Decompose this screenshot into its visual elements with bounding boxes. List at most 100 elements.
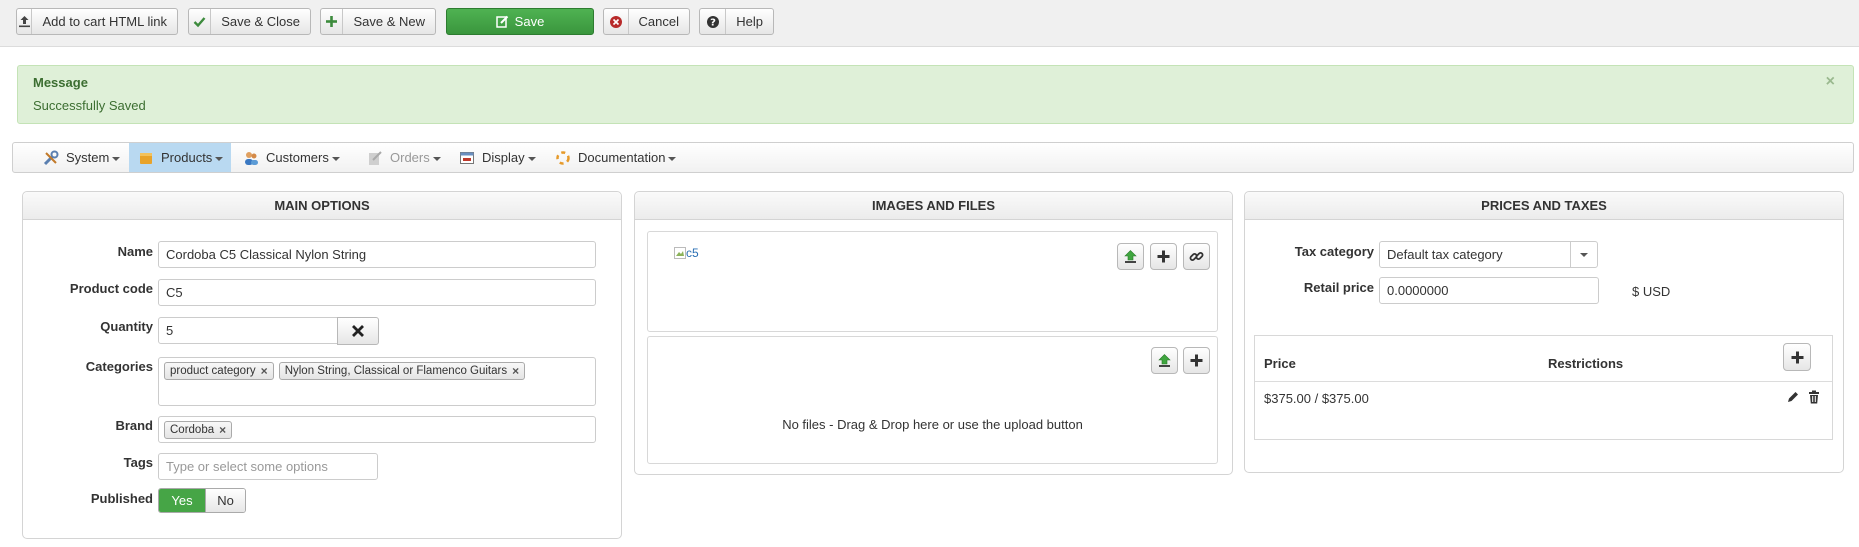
product-image[interactable]: c5 — [674, 246, 699, 260]
images-files-title: IMAGES AND FILES — [635, 192, 1232, 220]
upload-file-button[interactable] — [1151, 347, 1178, 374]
restrictions-column-header: Restrictions — [1548, 356, 1624, 371]
category-tag: Nylon String, Classical or Flamenco Guit… — [278, 362, 526, 380]
link-image-button[interactable] — [1183, 243, 1210, 270]
name-label: Name — [117, 244, 153, 259]
menu-display[interactable]: Display — [450, 143, 544, 172]
published-toggle: Yes No — [158, 488, 246, 513]
cancel-circle-icon — [604, 9, 629, 34]
published-yes-button[interactable]: Yes — [159, 489, 205, 512]
add-image-button[interactable] — [1150, 243, 1177, 270]
trash-icon[interactable] — [1807, 390, 1821, 404]
add-to-cart-html-link-label: Add to cart HTML link — [42, 14, 167, 29]
save-button[interactable]: Save — [446, 8, 594, 35]
menu-customers[interactable]: Customers — [234, 143, 348, 172]
plus-icon — [321, 9, 344, 34]
link-icon — [1189, 252, 1204, 261]
upload-icon — [1158, 354, 1171, 367]
name-field[interactable]: Cordoba C5 Classical Nylon String — [158, 241, 596, 268]
remove-tag-icon[interactable]: × — [512, 364, 519, 378]
currency-label: $ USD — [1632, 284, 1671, 299]
clear-quantity-button[interactable] — [337, 317, 379, 345]
box-icon — [137, 149, 155, 167]
menu-display-label: Display — [482, 150, 525, 165]
no-files-text: No files - Drag & Drop here or use the u… — [782, 417, 1083, 432]
upload-icon — [17, 9, 33, 34]
menu-customers-label: Customers — [266, 150, 329, 165]
remove-tag-icon[interactable]: × — [219, 423, 226, 437]
prices-table-header — [1255, 336, 1832, 382]
save-close-label: Save & Close — [221, 14, 300, 29]
tags-input[interactable]: Type or select some options — [158, 453, 378, 480]
plus-icon — [1791, 351, 1803, 363]
menu-documentation[interactable]: Documentation — [546, 143, 684, 172]
svg-text:?: ? — [710, 17, 716, 28]
broken-image-icon — [674, 247, 686, 259]
plus-icon — [1190, 354, 1203, 367]
categories-label: Categories — [85, 359, 153, 374]
price-column-header: Price — [1264, 356, 1296, 371]
chevron-down-icon[interactable] — [1570, 242, 1597, 267]
add-to-cart-html-link-button[interactable]: Add to cart HTML link — [16, 8, 178, 35]
quantity-field[interactable]: 5 — [158, 317, 338, 344]
table-row: $375.00 / $375.00 — [1255, 383, 1832, 413]
product-code-field[interactable]: C5 — [158, 279, 596, 306]
add-file-button[interactable] — [1183, 347, 1210, 374]
retail-price-label: Retail price — [1303, 280, 1374, 295]
users-icon — [242, 149, 260, 167]
save-label: Save — [514, 14, 545, 29]
lifebuoy-icon — [554, 149, 572, 167]
edit-icon — [495, 9, 509, 34]
toolbar: Add to cart HTML link Save & Close Save … — [0, 0, 1859, 47]
save-close-button[interactable]: Save & Close — [188, 8, 311, 35]
quantity-label: Quantity — [100, 319, 153, 334]
categories-field[interactable]: product category × Nylon String, Classica… — [158, 357, 596, 406]
price-cell: $375.00 / $375.00 — [1264, 391, 1369, 406]
files-dropzone[interactable] — [647, 336, 1218, 464]
success-message: Message Successfully Saved × — [17, 65, 1854, 124]
close-icon[interactable]: × — [1826, 73, 1835, 91]
tags-label: Tags — [123, 455, 153, 470]
menu-products-label: Products — [161, 150, 213, 165]
menu-products[interactable]: Products — [129, 143, 232, 172]
remove-tag-icon[interactable]: × — [261, 364, 268, 378]
upload-image-button[interactable] — [1117, 243, 1144, 270]
save-new-label: Save & New — [353, 14, 425, 29]
add-price-button[interactable] — [1783, 343, 1811, 371]
main-menu: System Products Customers Orders Display… — [12, 142, 1854, 173]
upload-icon — [1124, 250, 1137, 263]
pencil-icon[interactable] — [1786, 390, 1800, 404]
published-no-button[interactable]: No — [205, 489, 245, 512]
tools-icon — [42, 149, 60, 167]
brand-label: Brand — [115, 418, 153, 433]
published-label: Published — [90, 491, 153, 506]
menu-system-label: System — [66, 150, 110, 165]
product-code-label: Product code — [69, 281, 153, 296]
orders-icon — [366, 149, 384, 167]
main-options-title: MAIN OPTIONS — [23, 192, 621, 220]
prices-taxes-title: PRICES AND TAXES — [1245, 192, 1843, 220]
retail-price-field[interactable]: 0.0000000 — [1379, 277, 1599, 304]
message-body: Successfully Saved — [33, 98, 146, 113]
question-circle-icon: ? — [700, 9, 727, 34]
cancel-label: Cancel — [638, 14, 679, 29]
check-icon — [189, 9, 212, 34]
category-tag: product category × — [164, 362, 274, 380]
prices-table: Price Restrictions $375.00 / $375.00 — [1254, 335, 1833, 440]
cancel-button[interactable]: Cancel — [603, 8, 690, 35]
plus-icon — [1157, 250, 1170, 263]
save-new-button[interactable]: Save & New — [320, 8, 436, 35]
menu-documentation-label: Documentation — [578, 150, 666, 165]
help-label: Help — [736, 14, 763, 29]
tax-category-select[interactable]: Default tax category — [1379, 241, 1598, 268]
brand-tag: Cordoba × — [164, 420, 233, 439]
message-title: Message — [33, 75, 88, 90]
help-button[interactable]: ? Help — [699, 8, 774, 35]
display-icon — [458, 149, 476, 167]
brand-field[interactable]: Cordoba × — [158, 416, 596, 443]
tax-category-label: Tax category — [1294, 244, 1374, 259]
menu-system[interactable]: System — [34, 143, 128, 172]
close-icon — [352, 325, 364, 337]
menu-orders-label: Orders — [390, 150, 430, 165]
menu-orders[interactable]: Orders — [358, 143, 449, 172]
